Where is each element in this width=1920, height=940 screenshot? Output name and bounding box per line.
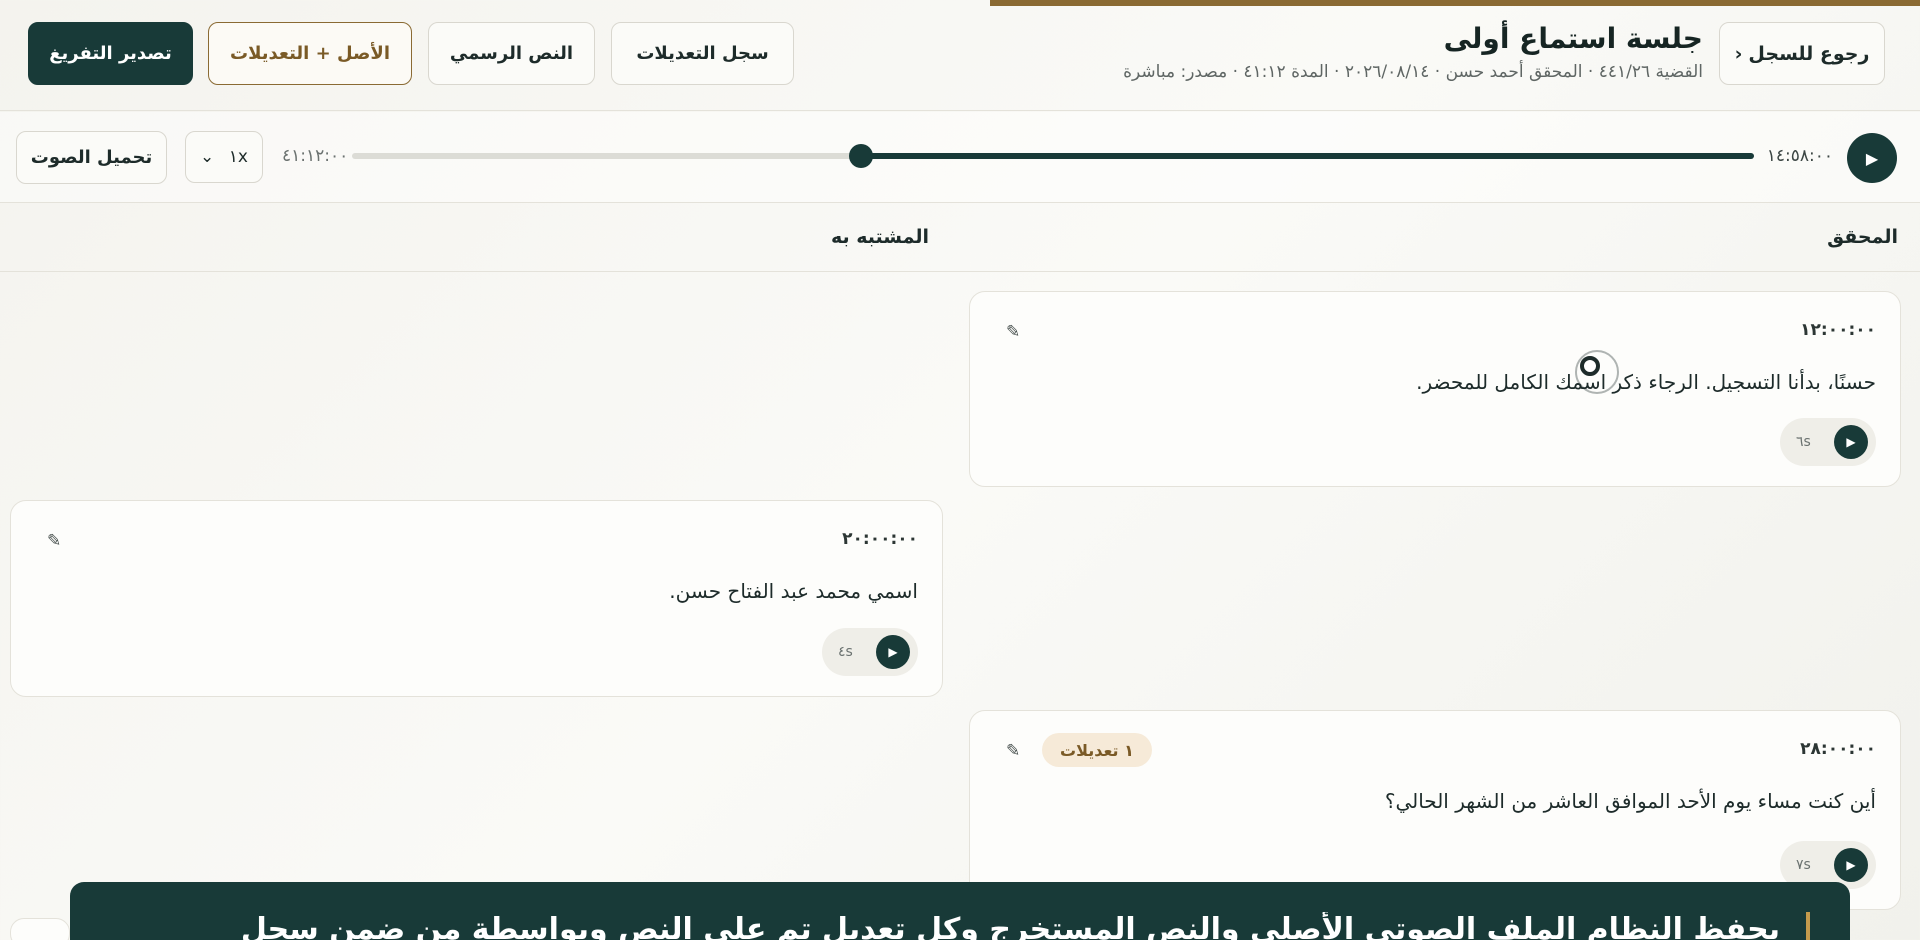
- play-icon: ▶: [1834, 848, 1868, 882]
- column-suspect: المشتبه به: [830, 226, 929, 248]
- playback-speed-select[interactable]: ١x ⌄: [185, 131, 263, 183]
- official-text-button[interactable]: النص الرسمي: [428, 22, 595, 85]
- segment-text: أين كنت مساء يوم الأحد الموافق العاشر من…: [1384, 789, 1876, 813]
- chevron-down-icon: ⌄: [200, 147, 215, 167]
- edit-log-button[interactable]: سجل التعديلات: [611, 22, 794, 85]
- info-banner: يحفظ النظام الملف الصوتي الأصلي والنص ال…: [70, 882, 1850, 940]
- banner-accent-bar: [1806, 912, 1810, 940]
- transcript-card: ١٢:٠٠:٠٠ ✎ حسنًا، بدأنا التسجيل. الرجاء …: [969, 291, 1901, 487]
- title-block: جلسة استماع أولى القضية ٤٤١/٢٦ · المحقق …: [1123, 20, 1703, 82]
- edit-icon[interactable]: ✎: [1006, 741, 1020, 761]
- segment-duration: ٧s: [1796, 857, 1811, 873]
- cursor-icon: [1580, 356, 1600, 376]
- segment-time: ٢٨:٠٠:٠٠: [1800, 739, 1876, 759]
- column-investigator: المحقق: [1827, 226, 1898, 248]
- play-icon: ▶: [876, 635, 910, 669]
- segment-audio-button[interactable]: ▶ ٦s: [1780, 418, 1876, 466]
- total-time: ٤١:١٢:٠٠: [282, 146, 349, 166]
- transcript-card-partial: [10, 918, 70, 940]
- segment-time: ٢٠:٠٠:٠٠: [842, 529, 918, 549]
- original-plus-edits-button[interactable]: الأصل + التعديلات: [208, 22, 412, 85]
- back-button-label: رجوع للسجل: [1748, 42, 1870, 65]
- edit-icon[interactable]: ✎: [1006, 322, 1020, 342]
- back-to-log-button[interactable]: رجوع للسجل ‹: [1719, 22, 1885, 85]
- page-title: جلسة استماع أولى: [1443, 22, 1703, 55]
- edit-icon[interactable]: ✎: [47, 531, 61, 551]
- export-transcript-button[interactable]: تصدير التفريغ: [28, 22, 193, 85]
- audio-seek-track[interactable]: [352, 144, 1754, 168]
- audio-progress-fill: [861, 153, 1754, 159]
- segment-time: ١٢:٠٠:٠٠: [1800, 320, 1876, 340]
- segment-audio-button[interactable]: ▶ ٤s: [822, 628, 918, 676]
- segment-duration: ٤s: [838, 644, 853, 660]
- audio-seek-handle[interactable]: [849, 144, 873, 168]
- play-icon[interactable]: ▶: [1847, 133, 1897, 183]
- segment-text: اسمي محمد عبد الفتاح حسن.: [669, 579, 918, 603]
- current-time: ١٤:٥٨:٠٠: [1766, 146, 1833, 166]
- segment-duration: ٦s: [1796, 434, 1811, 450]
- edits-count-badge[interactable]: ١ تعديلات: [1042, 733, 1152, 767]
- segment-text: حسنًا، بدأنا التسجيل. الرجاء ذكر اسمك ال…: [1416, 370, 1876, 394]
- transcript-card: ٢٠:٠٠:٠٠ ✎ اسمي محمد عبد الفتاح حسن. ▶ ٤…: [10, 500, 943, 697]
- download-audio-button[interactable]: تحميل الصوت: [16, 131, 167, 184]
- column-headers: [0, 204, 1920, 272]
- transcript-card: ٢٨:٠٠:٠٠ ١ تعديلات ✎ أين كنت مساء يوم ال…: [969, 710, 1901, 910]
- play-icon: ▶: [1834, 425, 1868, 459]
- speed-value: ١x: [228, 147, 248, 167]
- banner-text: يحفظ النظام الملف الصوتي الأصلي والنص ال…: [240, 912, 1780, 940]
- session-meta: القضية ٤٤١/٢٦ · المحقق أحمد حسن · ٢٠٢٦/٠…: [1123, 62, 1703, 82]
- chevron-left-icon: ‹: [1734, 42, 1743, 65]
